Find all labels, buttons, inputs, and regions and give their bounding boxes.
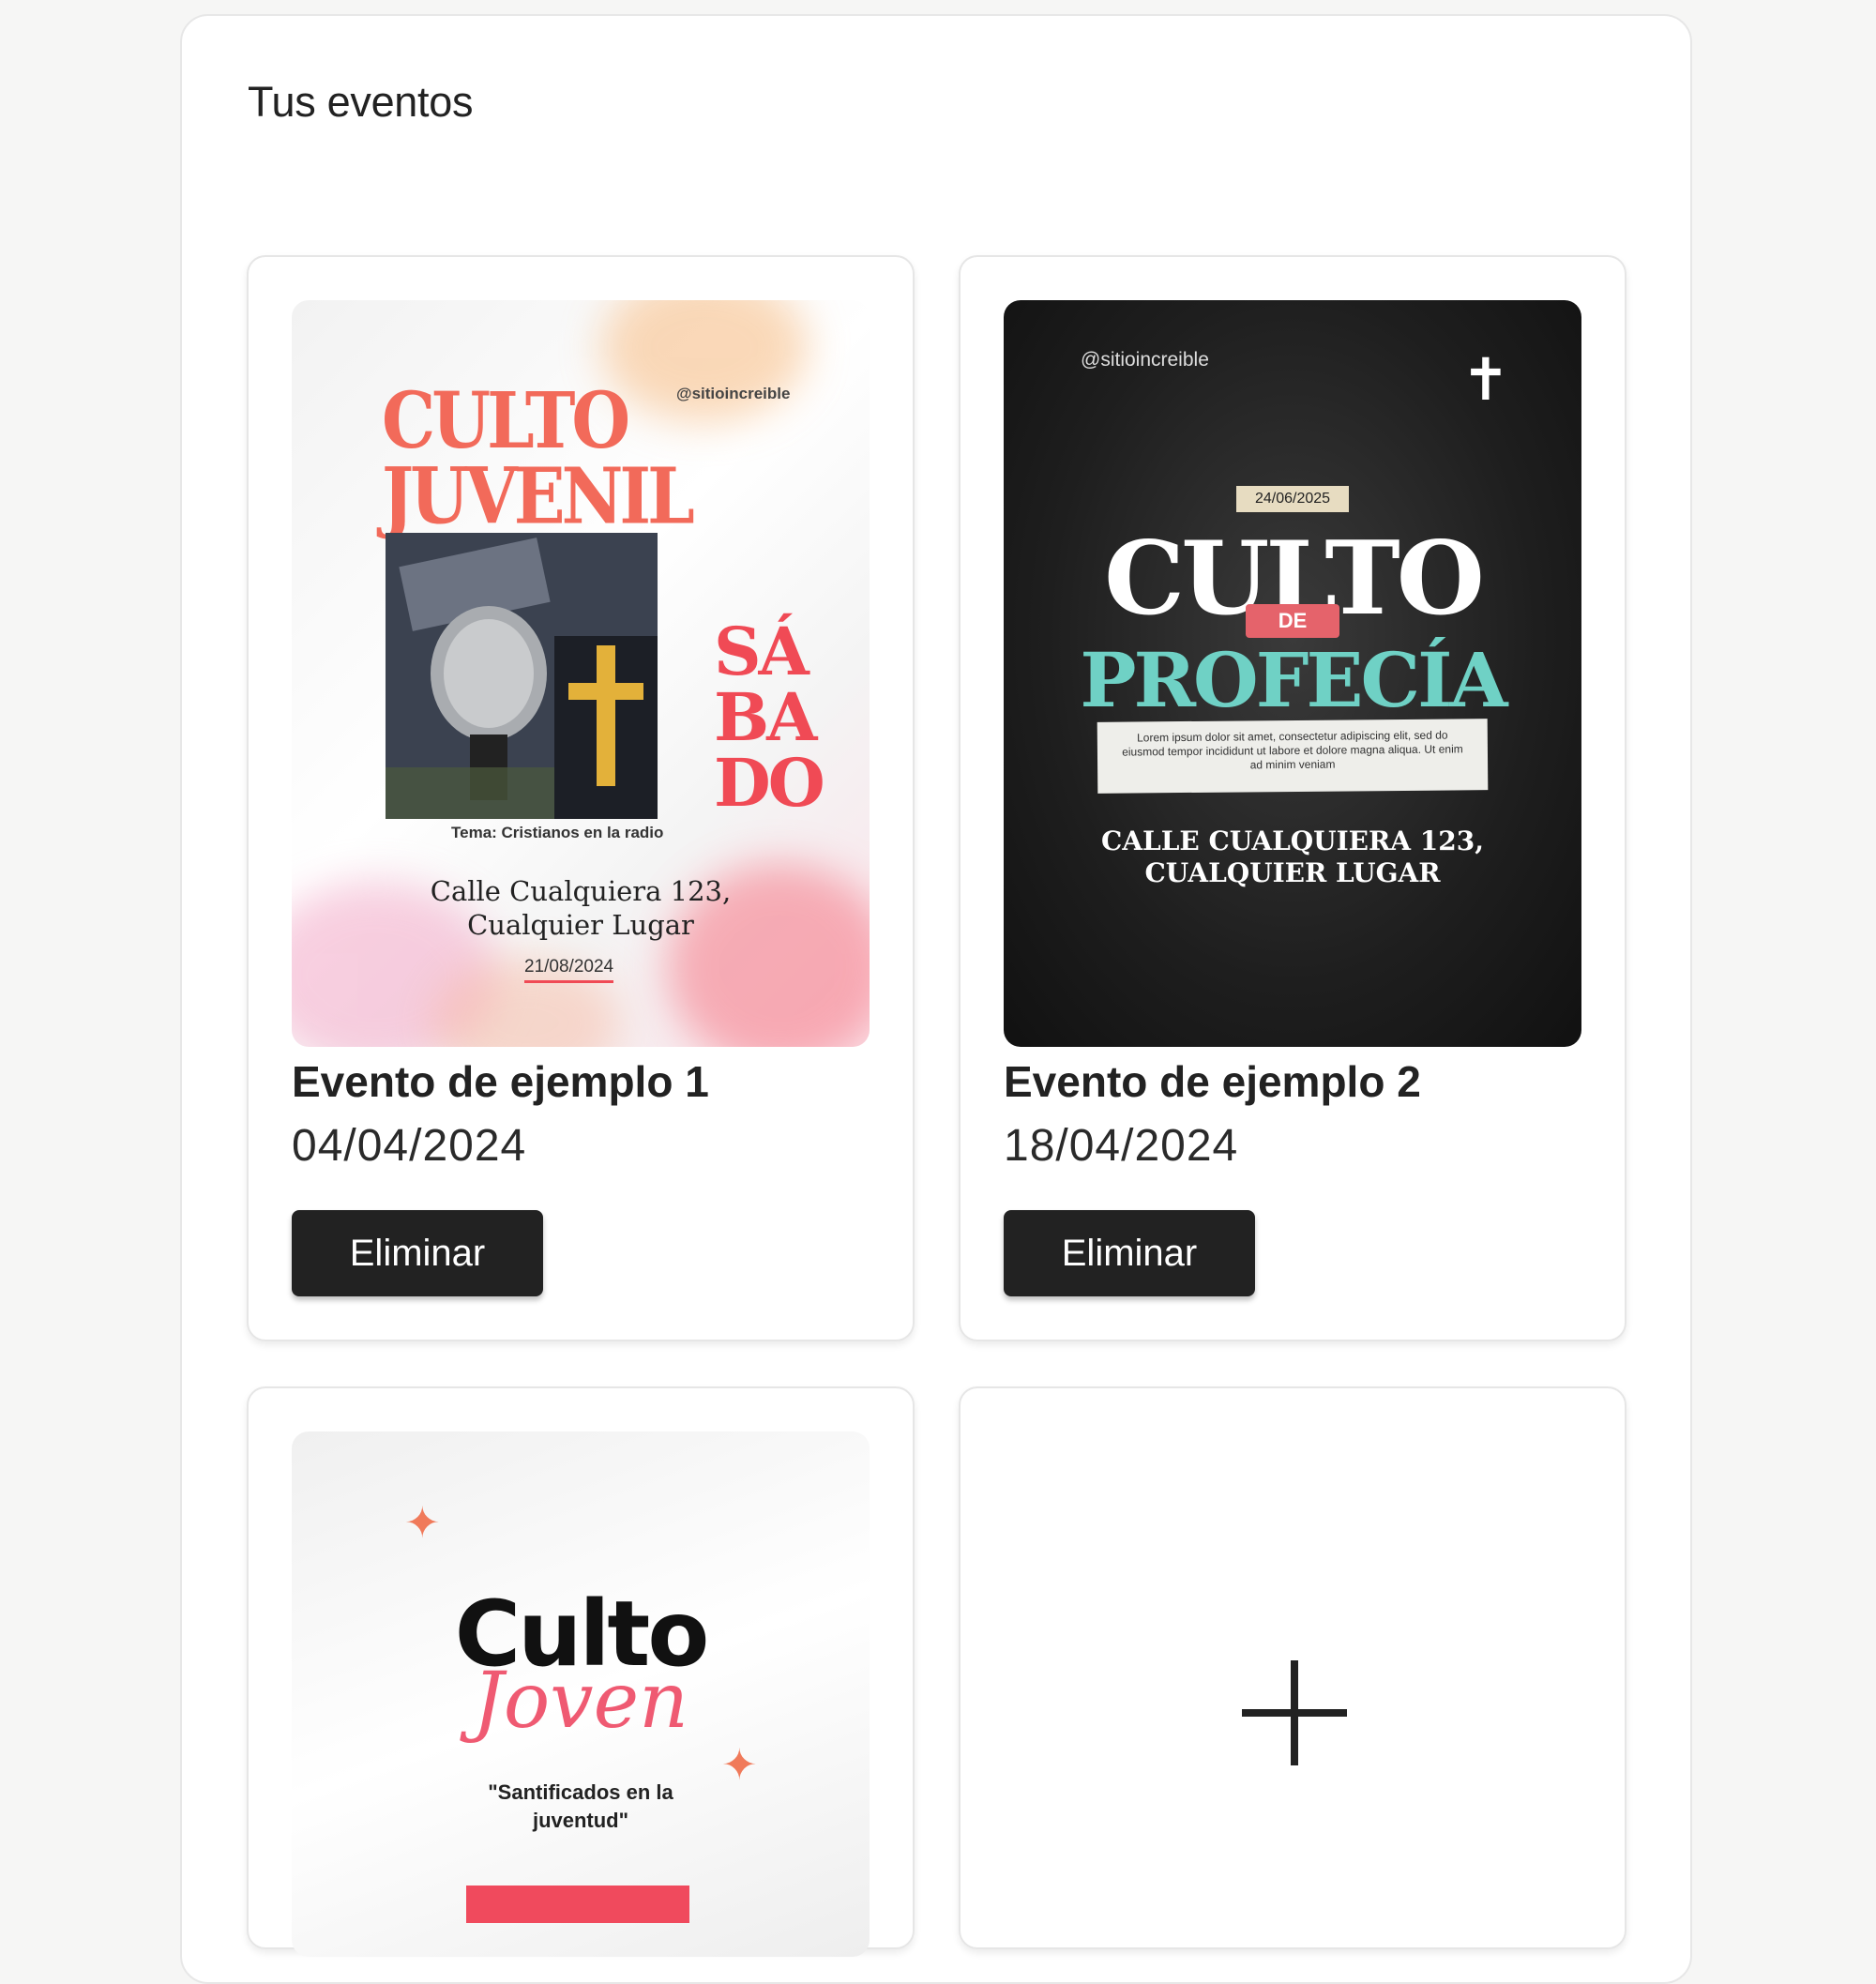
event-title: Evento de ejemplo 1 <box>292 1057 709 1106</box>
poster-date: 24/06/2025 <box>1236 486 1349 512</box>
page-title: Tus eventos <box>248 78 474 126</box>
poster-day: SÁ BA DO <box>714 613 825 822</box>
poster-topic: Tema: Cristianos en la radio <box>451 824 664 841</box>
poster-address: Calle Cualquiera 123, Cualquier Lugar <box>430 875 732 941</box>
poster-subtitle: PROFECÍA <box>1080 636 1507 724</box>
poster-connector: DE <box>1246 604 1339 638</box>
event-date: 04/04/2024 <box>292 1121 527 1171</box>
sparkle-icon: ✦ <box>404 1498 441 1547</box>
delete-button[interactable]: Eliminar <box>292 1210 543 1296</box>
add-event-card[interactable] <box>959 1386 1626 1949</box>
poster-quote: "Santificados en la juventud" <box>488 1780 673 1832</box>
poster-band <box>466 1886 689 1923</box>
poster-handle: @sitioincreible <box>1081 349 1209 371</box>
event-card: @sitioincreible ✝ 24/06/2025 CULTO DE PR… <box>959 255 1626 1341</box>
poster-body: Lorem ipsum dolor sit amet, consectetur … <box>1097 719 1489 794</box>
event-poster: CULTO JUVENIL @sitioincreible SÁ BA DO T… <box>292 300 870 1047</box>
poster-date: 21/08/2024 <box>524 957 614 983</box>
event-card: ✦ ✦ Culto Joven "Santificados en la juve… <box>247 1386 915 1957</box>
event-poster: @sitioincreible ✝ 24/06/2025 CULTO DE PR… <box>1004 300 1581 1047</box>
event-poster: ✦ ✦ Culto Joven "Santificados en la juve… <box>292 1431 870 1957</box>
poster-title: CULTO JUVENIL <box>382 373 695 542</box>
poster-subtitle: Joven <box>473 1657 688 1746</box>
poster-handle: @sitioincreible <box>676 385 791 402</box>
delete-button[interactable]: Eliminar <box>1004 1210 1255 1296</box>
cross-icon: ✝ <box>1461 348 1510 413</box>
poster-photo <box>386 533 658 819</box>
plus-icon <box>1242 1660 1347 1765</box>
event-card: CULTO JUVENIL @sitioincreible SÁ BA DO T… <box>247 255 915 1341</box>
poster-address: CALLE CUALQUIERA 123, CUALQUIER LUGAR <box>1101 825 1484 888</box>
event-title: Evento de ejemplo 2 <box>1004 1057 1421 1106</box>
event-date: 18/04/2024 <box>1004 1121 1239 1171</box>
